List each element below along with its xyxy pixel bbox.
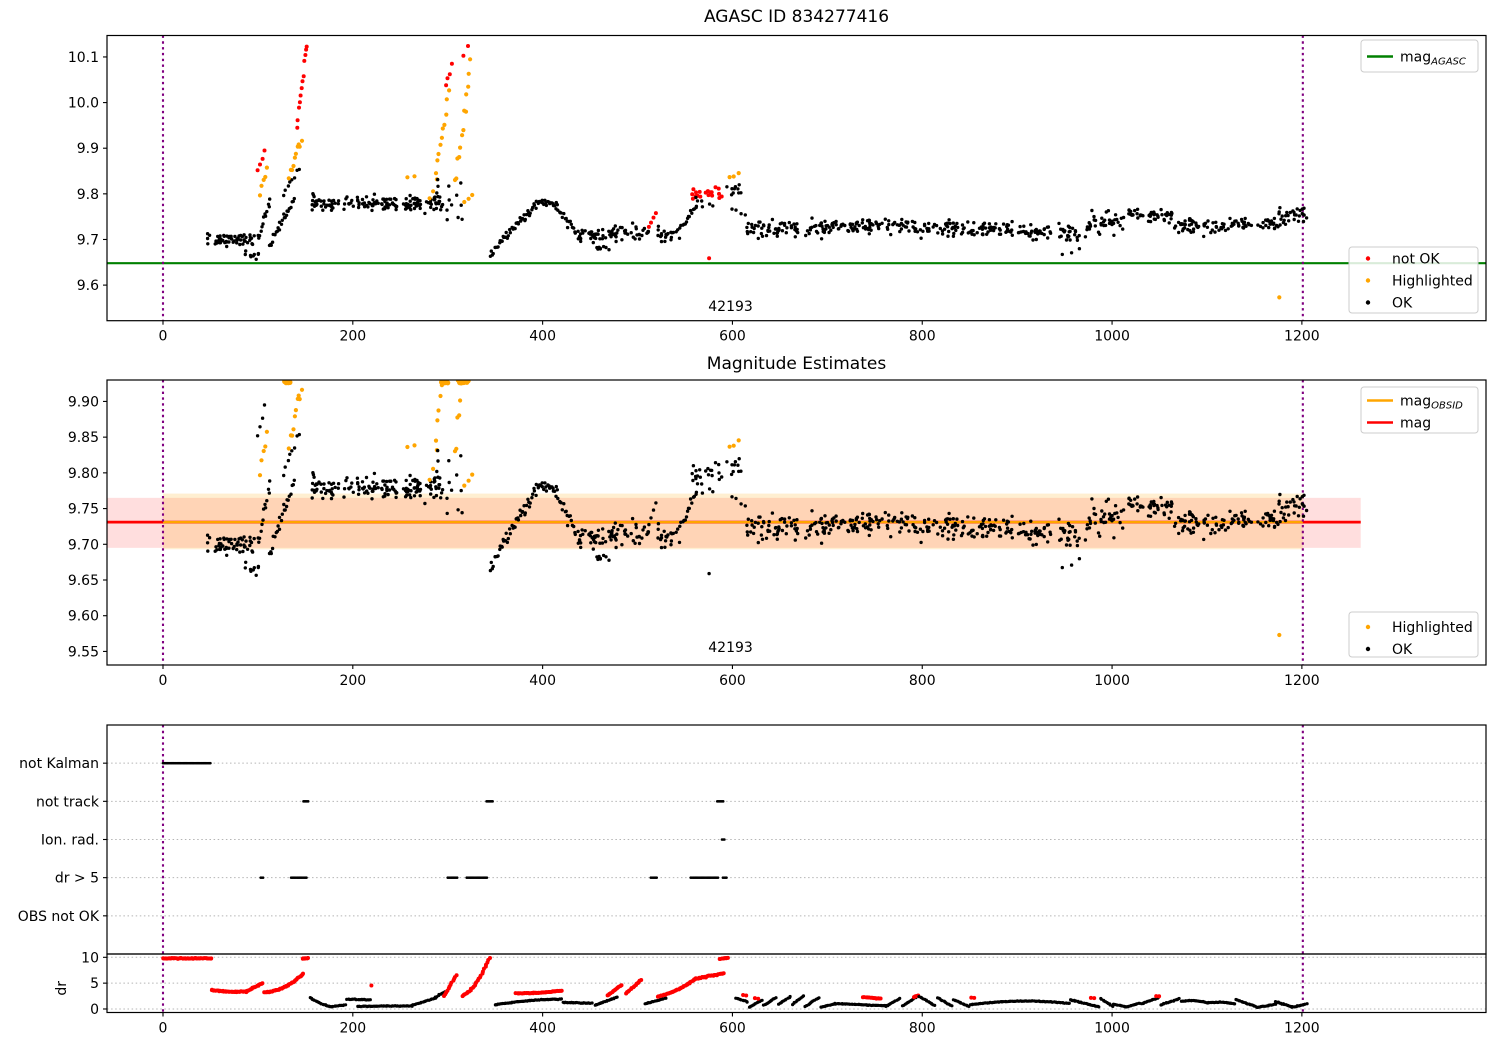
- legend-label: not OK: [1392, 252, 1440, 268]
- x-tick-label: 800: [909, 673, 936, 689]
- legend-mag-lines: magOBSIDmag: [1360, 386, 1479, 434]
- x-tick-label: 0: [159, 1021, 168, 1037]
- x-tick-label: 600: [719, 1021, 746, 1037]
- obsid-annotation: 42193: [708, 299, 753, 315]
- dr-axis-label: dr: [54, 981, 70, 996]
- legend-label: mag: [1400, 416, 1431, 432]
- y-tick-label: 9.60: [68, 609, 99, 625]
- x-tick-label: 400: [529, 329, 556, 345]
- legend-label: OK: [1392, 296, 1413, 312]
- x-tick-label: 1200: [1284, 673, 1320, 689]
- legend-point-categories: Highlighted OK: [1348, 611, 1479, 658]
- y-tick-label: 10.0: [68, 96, 99, 112]
- y-tick-label: 9.80: [68, 466, 99, 482]
- x-tick-label: 1000: [1094, 1021, 1130, 1037]
- y-tick-label: 9.6: [77, 278, 99, 294]
- x-tick-label: 400: [529, 673, 556, 689]
- y-tick-label: 9.55: [68, 644, 99, 660]
- figure-canvas: 0 200 400 600 800 1000 12009.69.79.89.910.010.…: [0, 0, 1500, 1050]
- x-tick-label: 1000: [1094, 329, 1130, 345]
- x-tick-label: 200: [339, 673, 366, 689]
- y-tick-label: 9.8: [77, 187, 99, 203]
- y-tick-label: 9.70: [68, 537, 99, 553]
- flag-row-label: dr > 5: [55, 871, 99, 887]
- legend-mag-agasc: magAGASC: [1360, 39, 1479, 73]
- middle-chart-title: Magnitude Estimates: [707, 354, 887, 374]
- x-tick-label: 800: [909, 1021, 936, 1037]
- flag-row-label: not track: [36, 794, 100, 810]
- obsid-annotation: 42193: [708, 640, 753, 656]
- y-tick-label: 9.90: [68, 394, 99, 410]
- dr-tick-label: 0: [90, 1002, 99, 1018]
- x-tick-label: 200: [339, 1021, 366, 1037]
- dr-tick-label: 5: [90, 976, 99, 992]
- x-tick-label: 1200: [1284, 329, 1320, 345]
- top-chart-title: AGASC ID 834277416: [704, 7, 889, 27]
- x-tick-label: 1200: [1284, 1021, 1320, 1037]
- x-tick-label: 600: [719, 329, 746, 345]
- flag-row-label: Ion. rad.: [41, 833, 99, 849]
- x-tick-label: 400: [529, 1021, 556, 1037]
- y-tick-label: 9.75: [68, 502, 99, 518]
- x-tick-label: 800: [909, 329, 936, 345]
- legend-point-categories: not OK Highlighted OK: [1348, 246, 1479, 314]
- y-tick-label: 10.1: [68, 50, 99, 66]
- dr-tick-label: 10: [81, 950, 99, 966]
- y-tick-label: 9.85: [68, 430, 99, 446]
- legend-label: Highlighted: [1392, 274, 1473, 290]
- x-tick-label: 0: [159, 329, 168, 345]
- y-tick-label: 9.7: [77, 232, 99, 248]
- x-tick-label: 0: [159, 673, 168, 689]
- matplotlib-figure: 0 200 400 600 800 1000 1200 9.6 9.7 9.8 9.9 10.0 10.…: [0, 0, 1500, 1050]
- x-tick-label: 200: [339, 329, 366, 345]
- x-tick-label: 600: [719, 673, 746, 689]
- flag-row-label: OBS not OK: [18, 909, 100, 925]
- legend-label: Highlighted: [1392, 620, 1473, 636]
- y-tick-label: 9.9: [77, 141, 99, 157]
- flag-row-label: not Kalman: [19, 756, 99, 772]
- legend-label: OK: [1392, 642, 1413, 658]
- x-tick-label: 1000: [1094, 673, 1130, 689]
- y-tick-label: 9.65: [68, 573, 99, 589]
